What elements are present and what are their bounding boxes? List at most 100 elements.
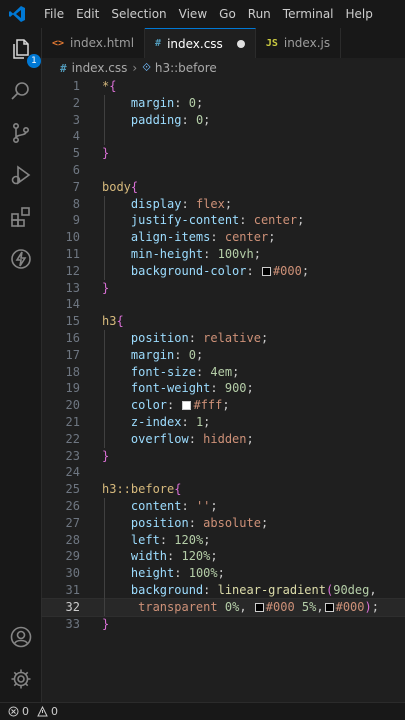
code-line[interactable]: 7 body{ xyxy=(42,179,405,196)
menu-file[interactable]: File xyxy=(38,0,70,28)
code-line[interactable]: 2 margin: 0; xyxy=(42,95,405,112)
token-val: flex xyxy=(195,196,225,211)
breadcrumb-symbol[interactable]: h3::before xyxy=(155,61,217,75)
token-pun: : xyxy=(181,196,196,211)
color-swatch-icon[interactable] xyxy=(324,602,334,612)
menu-view[interactable]: View xyxy=(173,0,213,28)
code-line[interactable]: 4 xyxy=(42,128,405,145)
code-line[interactable]: 31 background: linear-gradient(90deg, xyxy=(42,582,405,599)
extensions-icon[interactable] xyxy=(8,204,34,230)
token-sp xyxy=(102,516,131,530)
settings-gear-icon[interactable] xyxy=(8,666,34,692)
token-brace: } xyxy=(102,146,110,161)
code-line[interactable]: 14 xyxy=(42,296,405,313)
code-line[interactable]: 17 margin: 0; xyxy=(42,347,405,364)
token-pun: : xyxy=(239,213,254,228)
line-number: 32 xyxy=(65,599,80,614)
line-number: 29 xyxy=(65,549,80,564)
unsaved-dot-icon[interactable] xyxy=(236,39,245,48)
line-code: align-items: center; xyxy=(102,229,276,246)
code-line[interactable]: 26 content: ''; xyxy=(42,498,405,515)
code-line[interactable]: 15 h3{ xyxy=(42,313,405,330)
line-code: position: absolute; xyxy=(102,515,268,532)
line-code: font-size: 4em; xyxy=(102,364,239,381)
tab-index-js[interactable]: JS index.js xyxy=(255,28,342,58)
code-line[interactable]: 23} xyxy=(42,448,405,465)
code-line[interactable]: 6 xyxy=(42,162,405,179)
code-line[interactable]: 9 justify-content: center; xyxy=(42,212,405,229)
line-code: body{ xyxy=(102,179,138,196)
line-code: *{ xyxy=(102,78,116,95)
token-prop: left xyxy=(130,532,160,547)
breadcrumb-file[interactable]: index.css xyxy=(72,61,128,75)
token-unit: vh xyxy=(239,247,254,261)
code-line[interactable]: 13} xyxy=(42,280,405,297)
token-sp xyxy=(102,264,131,278)
run-debug-icon[interactable] xyxy=(8,162,34,188)
css-file-icon: # xyxy=(60,61,67,75)
line-number: 28 xyxy=(65,532,80,547)
warnings-status[interactable]: 0 xyxy=(37,705,58,718)
menu-terminal[interactable]: Terminal xyxy=(277,0,340,28)
token-sp xyxy=(102,331,131,345)
color-swatch-icon[interactable] xyxy=(182,401,192,411)
code-line[interactable]: 19 font-weight: 900; xyxy=(42,380,405,397)
line-code: h3::before{ xyxy=(102,481,181,498)
token-pun: : xyxy=(246,263,261,278)
code-line[interactable]: 29 width: 120%; xyxy=(42,548,405,565)
code-line[interactable]: 8 display: flex; xyxy=(42,196,405,213)
menu-selection[interactable]: Selection xyxy=(105,0,172,28)
menu-go[interactable]: Go xyxy=(213,0,242,28)
token-sp xyxy=(102,583,131,597)
code-line[interactable]: 20 color: #fff; xyxy=(42,397,405,414)
lightning-icon[interactable] xyxy=(8,246,34,272)
files-icon[interactable]: 1 xyxy=(8,36,41,68)
menu-edit[interactable]: Edit xyxy=(70,0,105,28)
code-line[interactable]: 12 background-color: #000; xyxy=(42,263,405,280)
line-number: 11 xyxy=(65,247,80,261)
code-line[interactable]: 30 height: 100%; xyxy=(42,565,405,582)
code-line[interactable]: 24 xyxy=(42,464,405,481)
token-pct: % xyxy=(210,566,218,581)
menu-help[interactable]: Help xyxy=(340,0,379,28)
code-line[interactable]: 33} xyxy=(42,616,405,633)
token-pun: ; xyxy=(260,331,269,345)
code-line[interactable]: 22 overflow: hidden; xyxy=(42,431,405,448)
color-swatch-icon[interactable] xyxy=(261,266,271,276)
code-line[interactable]: 21 z-index: 1; xyxy=(42,414,405,431)
menu-run[interactable]: Run xyxy=(242,0,277,28)
token-pun: : xyxy=(167,549,182,564)
token-brace: { xyxy=(130,179,139,194)
tab-index-html[interactable]: <> index.html xyxy=(42,28,146,58)
token-brace: } xyxy=(102,280,110,295)
errors-status[interactable]: 0 xyxy=(8,705,29,718)
code-editor[interactable]: 1 *{2 margin: 0; 3 padding: 0; 4 5} 6 7 body{8 … xyxy=(41,78,405,702)
token-sp xyxy=(102,549,131,563)
code-line[interactable]: 32 transparent 0%, #000 5%, #000); xyxy=(41,597,405,617)
code-line[interactable]: 1 *{ xyxy=(42,78,405,95)
token-pun: : xyxy=(167,398,182,413)
line-number: 31 xyxy=(65,583,80,597)
token-prop: position xyxy=(130,331,189,345)
code-line[interactable]: 18 font-size: 4em; xyxy=(42,364,405,381)
code-line[interactable]: 3 padding: 0; xyxy=(42,112,405,129)
color-swatch-icon[interactable] xyxy=(254,602,264,612)
account-icon[interactable] xyxy=(8,624,34,650)
tab-index-css[interactable]: # index.css xyxy=(145,28,256,58)
line-code: overflow: hidden; xyxy=(102,431,254,448)
line-number: 20 xyxy=(65,398,80,413)
token-pun: ; xyxy=(203,532,211,547)
search-icon[interactable] xyxy=(8,78,34,104)
code-line[interactable]: 16 position: relative; xyxy=(42,330,405,347)
line-number: 24 xyxy=(65,465,80,480)
indent-guide xyxy=(104,195,105,280)
code-line[interactable]: 25 h3::before{ xyxy=(42,481,405,498)
token-sp xyxy=(102,398,131,412)
source-control-icon[interactable] xyxy=(8,120,34,146)
code-line[interactable]: 27 position: absolute; xyxy=(42,515,405,532)
code-line[interactable]: 5} xyxy=(42,145,405,162)
code-line[interactable]: 10 align-items: center; xyxy=(42,229,405,246)
token-pun: : xyxy=(181,499,196,513)
code-line[interactable]: 11 min-height: 100vh; xyxy=(42,246,405,263)
code-line[interactable]: 28 left: 120%; xyxy=(42,532,405,549)
